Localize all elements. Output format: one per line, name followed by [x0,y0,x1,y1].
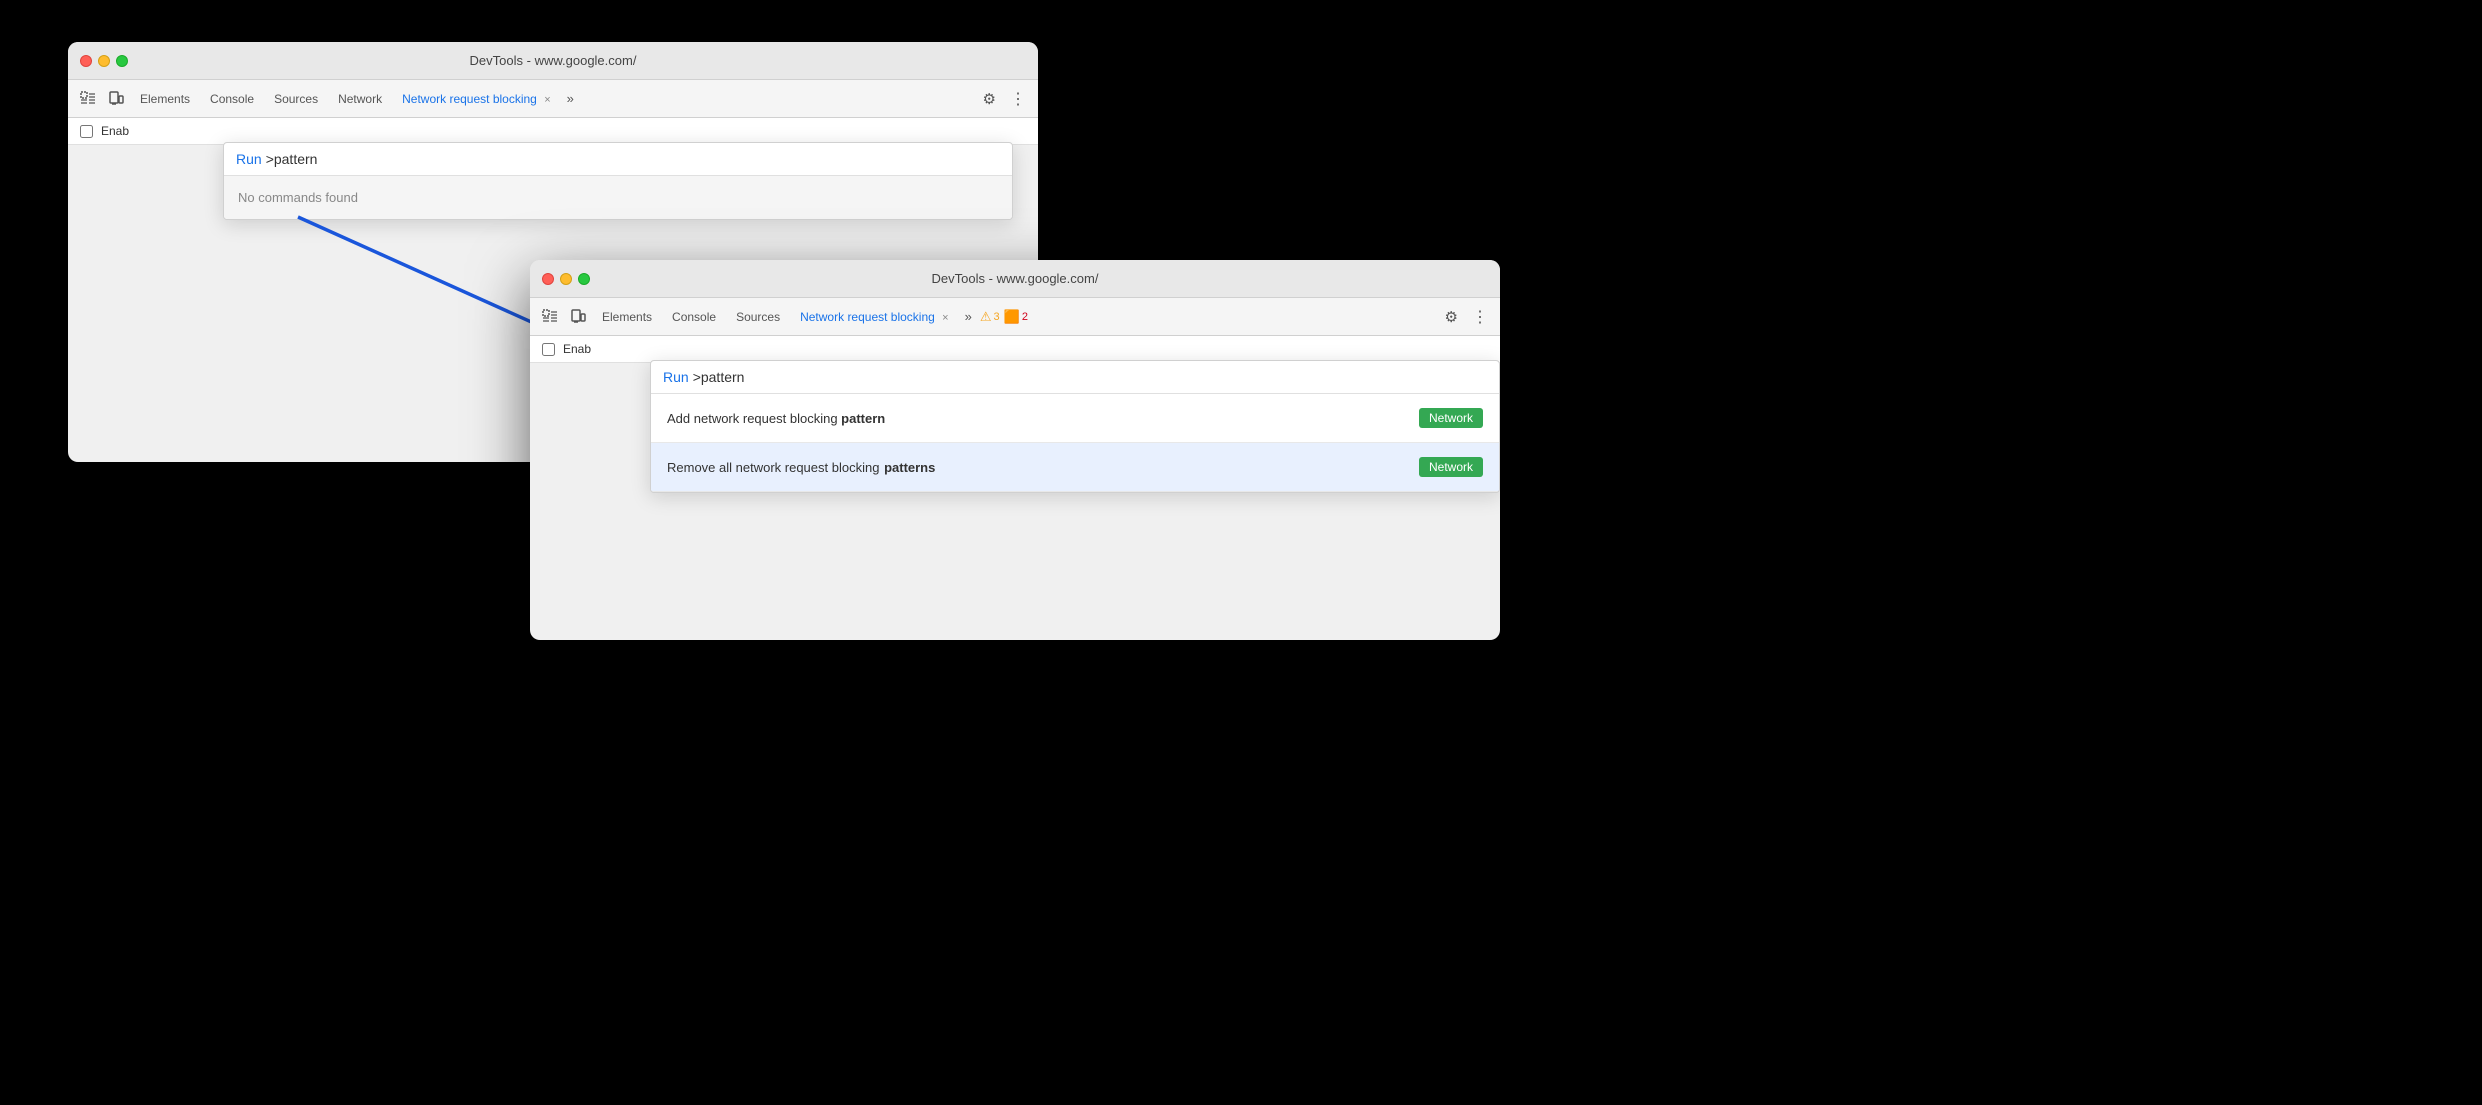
devtools-window-2: DevTools - www.google.com/ Elements Cons… [530,260,1500,640]
run-label-2: Run [663,369,689,385]
result-text-2: Remove all network request blocking patt… [667,460,936,475]
tab-network-blocking-1[interactable]: Network request blocking × [394,88,559,110]
window-title-1: DevTools - www.google.com/ [470,53,637,68]
enable-label-2: Enab [563,342,591,356]
error-icon: 🟧 [1004,309,1020,325]
more-tabs-icon-2[interactable]: » [961,307,976,326]
tab-network-blocking-2[interactable]: Network request blocking × [792,306,957,328]
minimize-button-2[interactable] [560,273,572,285]
no-results-1: No commands found [224,176,1012,219]
close-button-2[interactable] [542,273,554,285]
command-input-row-1: Run >pattern [224,143,1012,176]
tab-console-2[interactable]: Console [664,306,724,328]
more-options-icon-2[interactable]: ⋮ [1468,305,1492,329]
tab-sources-2[interactable]: Sources [728,306,788,328]
error-count: 2 [1022,311,1028,323]
command-text-1: >pattern [266,151,318,167]
more-tabs-icon-1[interactable]: » [563,89,578,108]
tab-close-icon-2[interactable]: × [942,312,948,324]
enable-row-1: Enab [68,118,1038,145]
enable-checkbox-1[interactable] [80,125,93,138]
traffic-lights-2 [542,273,590,285]
maximize-button-2[interactable] [578,273,590,285]
command-input-row-2: Run >pattern [651,361,1499,394]
more-options-icon-1[interactable]: ⋮ [1006,87,1030,111]
enable-checkbox-2[interactable] [542,343,555,356]
result-row-2[interactable]: Remove all network request blocking patt… [651,443,1499,492]
close-button-1[interactable] [80,55,92,67]
run-label-1: Run [236,151,262,167]
tab-elements-2[interactable]: Elements [594,306,660,328]
command-text-2: >pattern [693,369,745,385]
tab-console-1[interactable]: Console [202,88,262,110]
window-title-2: DevTools - www.google.com/ [932,271,1099,286]
enable-row-2: Enab [530,336,1500,363]
error-badge: 🟧 2 [1004,309,1028,325]
command-palette-2: Run >pattern Add network request blockin… [650,360,1500,493]
toolbar-2: Elements Console Sources Network request… [530,298,1500,336]
result-row-1[interactable]: Add network request blocking pattern Net… [651,394,1499,443]
settings-icon-1[interactable]: ⚙ [977,88,1002,110]
toolbar-1: Elements Console Sources Network Network… [68,80,1038,118]
traffic-lights-1 [80,55,128,67]
warning-badge: ⚠ 3 [980,309,1000,325]
inspector-icon-2[interactable] [538,305,562,329]
warning-count: 3 [994,311,1000,323]
titlebar-2: DevTools - www.google.com/ [530,260,1500,298]
device-icon-1[interactable] [104,87,128,111]
warning-icon: ⚠ [980,309,992,325]
titlebar-1: DevTools - www.google.com/ [68,42,1038,80]
enable-label-1: Enab [101,124,129,138]
tab-network-1[interactable]: Network [330,88,390,110]
settings-icon-2[interactable]: ⚙ [1439,306,1464,328]
maximize-button-1[interactable] [116,55,128,67]
result-text-1: Add network request blocking pattern [667,411,885,426]
tab-close-icon-1[interactable]: × [544,94,550,106]
device-icon-2[interactable] [566,305,590,329]
tab-elements-1[interactable]: Elements [132,88,198,110]
tab-sources-1[interactable]: Sources [266,88,326,110]
minimize-button-1[interactable] [98,55,110,67]
inspector-icon-1[interactable] [76,87,100,111]
network-badge-2: Network [1419,457,1483,477]
command-palette-1: Run >pattern No commands found [223,142,1013,220]
network-badge-1: Network [1419,408,1483,428]
